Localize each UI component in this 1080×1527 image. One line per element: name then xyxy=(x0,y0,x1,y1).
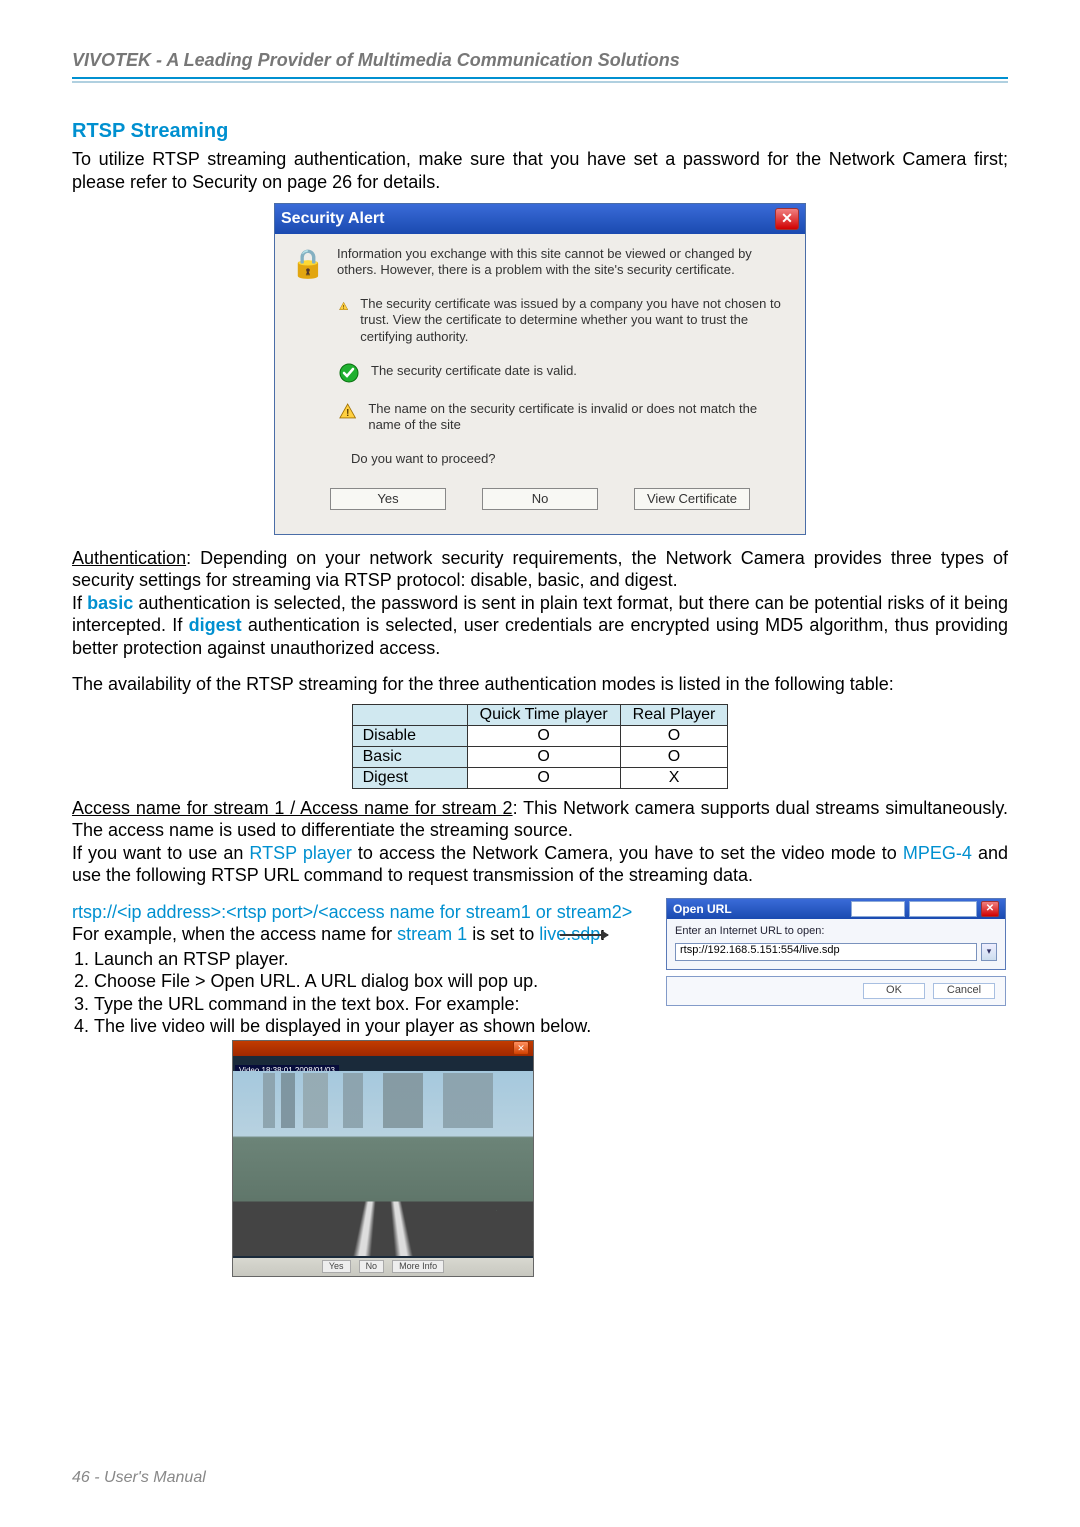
rtsp-player-preview: ✕ Video 18:38:01 2008/01/03 Yes No More … xyxy=(232,1040,534,1277)
close-icon[interactable]: ✕ xyxy=(513,1041,529,1055)
open-url-title: Open URL xyxy=(673,902,732,917)
row-disable: Disable xyxy=(352,725,467,746)
cert-issuer-warning: The security certificate was issued by a… xyxy=(360,296,789,345)
lock-icon: 🔒 xyxy=(291,246,325,280)
ok-button[interactable]: OK xyxy=(863,983,925,999)
view-certificate-button[interactable]: View Certificate xyxy=(634,488,750,510)
auth-availability-table: Quick Time player Real Player Disable O … xyxy=(352,704,729,789)
no-button[interactable]: No xyxy=(482,488,598,510)
check-icon xyxy=(339,363,359,383)
player-no-button[interactable]: No xyxy=(359,1260,385,1273)
cert-date-valid: The security certificate date is valid. xyxy=(371,363,577,379)
rtsp-player-paragraph: If you want to use an RTSP player to acc… xyxy=(72,842,1008,887)
open-url-dialog-bottom: OK Cancel xyxy=(666,976,1006,1006)
authentication-paragraph: Authentication: Depending on your networ… xyxy=(72,547,1008,592)
security-alert-title: Security Alert xyxy=(281,209,384,229)
url-input[interactable]: rtsp://192.168.5.151:554/live.sdp xyxy=(675,943,977,961)
availability-paragraph: The availability of the RTSP streaming f… xyxy=(72,673,1008,696)
svg-text:!: ! xyxy=(346,408,349,419)
intro-paragraph: To utilize RTSP streaming authentication… xyxy=(72,148,1008,193)
security-alert-main-text: Information you exchange with this site … xyxy=(337,246,789,280)
player-controls: Yes No More Info xyxy=(233,1258,533,1276)
row-basic: Basic xyxy=(352,746,467,767)
warning-icon: ! xyxy=(339,296,348,316)
col-quicktime: Quick Time player xyxy=(467,704,620,725)
open-url-dialog-top: Open URL OK More Info ✕ Enter an Interne… xyxy=(666,898,1006,970)
cancel-button[interactable]: Cancel xyxy=(933,983,995,999)
open-url-label: Enter an Internet URL to open: xyxy=(675,925,997,939)
col-realplayer: Real Player xyxy=(620,704,728,725)
svg-text:!: ! xyxy=(343,305,345,311)
page-footer: 46 - User's Manual xyxy=(72,1469,206,1487)
security-alert-dialog: Security Alert ✕ 🔒 Information you excha… xyxy=(274,203,806,535)
player-more-info-button[interactable]: More Info xyxy=(392,1260,444,1273)
row-digest: Digest xyxy=(352,767,467,788)
section-title: RTSP Streaming xyxy=(72,119,1008,144)
access-name-paragraph: Access name for stream 1 / Access name f… xyxy=(72,797,1008,842)
step-4: The live video will be displayed in your… xyxy=(94,1015,1008,1038)
auth-modes-paragraph: If basic authentication is selected, the… xyxy=(72,592,1008,660)
proceed-question: Do you want to proceed? xyxy=(291,451,789,467)
chevron-down-icon[interactable]: ▾ xyxy=(981,943,997,961)
arrow-icon xyxy=(560,934,608,936)
video-scene xyxy=(233,1071,533,1256)
more-info-button[interactable]: More Info xyxy=(909,901,977,917)
yes-button[interactable]: Yes xyxy=(330,488,446,510)
player-yes-button[interactable]: Yes xyxy=(322,1260,351,1273)
close-icon[interactable]: ✕ xyxy=(775,208,799,230)
player-titlebar: ✕ xyxy=(233,1041,533,1056)
ok-button[interactable]: OK xyxy=(851,901,905,917)
security-alert-titlebar: Security Alert ✕ xyxy=(275,204,805,234)
header-brand: VIVOTEK - A Leading Provider of Multimed… xyxy=(72,50,1008,79)
cert-name-invalid: The name on the security certificate is … xyxy=(368,401,789,434)
warning-icon: ! xyxy=(339,401,356,421)
close-icon[interactable]: ✕ xyxy=(981,901,999,917)
